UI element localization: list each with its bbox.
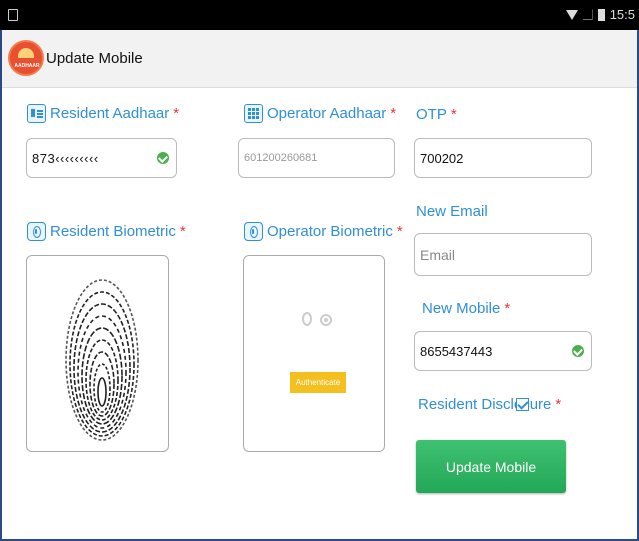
no-signal-icon — [582, 9, 593, 20]
fingerprint-icon — [27, 222, 46, 241]
resident-disclosure-checkbox[interactable] — [516, 398, 529, 411]
mobile-input[interactable]: 8655437443 — [414, 331, 592, 371]
authenticate-button[interactable]: Authenticate — [290, 372, 346, 393]
id-card-icon — [27, 104, 46, 123]
page-title: Update Mobile — [46, 50, 143, 67]
wifi-icon — [565, 9, 578, 20]
iris-icon[interactable] — [320, 314, 332, 326]
operator-aadhaar-input[interactable]: 601200260681 — [238, 138, 395, 178]
resident-disclosure-label: Resident Disclosure * — [418, 396, 562, 413]
status-bar: 15:5 — [0, 0, 639, 30]
aadhaar-logo: AADHAAR — [8, 40, 44, 76]
new-email-label: New Email — [416, 203, 488, 220]
operator-aadhaar-label: Operator Aadhaar * — [244, 104, 396, 123]
app-bar: AADHAAR Update Mobile — [2, 30, 637, 88]
keypad-icon — [244, 104, 263, 123]
operator-biometric-label: Operator Biometric * — [244, 222, 403, 241]
notification-icon — [8, 9, 18, 21]
battery-icon — [597, 8, 605, 21]
status-time: 15:5 — [609, 7, 635, 22]
resident-aadhaar-label: Resident Aadhaar * — [27, 104, 179, 123]
resident-fingerprint-box[interactable] — [26, 255, 169, 452]
fingerprint-icon[interactable] — [302, 312, 312, 326]
resident-biometric-label: Resident Biometric * — [27, 222, 186, 241]
resident-aadhaar-input[interactable]: 873‹‹‹‹‹‹‹‹‹ — [26, 138, 177, 178]
update-mobile-button[interactable]: Update Mobile — [416, 440, 566, 493]
status-icons: 15:5 — [565, 7, 635, 22]
otp-label: OTP * — [416, 106, 457, 123]
valid-check-icon — [157, 152, 169, 164]
operator-biometric-box: Authenticate — [243, 255, 385, 452]
otp-input[interactable]: 700202 — [414, 138, 592, 178]
fingerprint-image — [65, 279, 139, 441]
fingerprint-icon — [244, 222, 263, 241]
valid-check-icon — [572, 345, 584, 357]
email-field[interactable]: Email — [414, 233, 592, 276]
new-mobile-label: New Mobile * — [422, 300, 511, 317]
